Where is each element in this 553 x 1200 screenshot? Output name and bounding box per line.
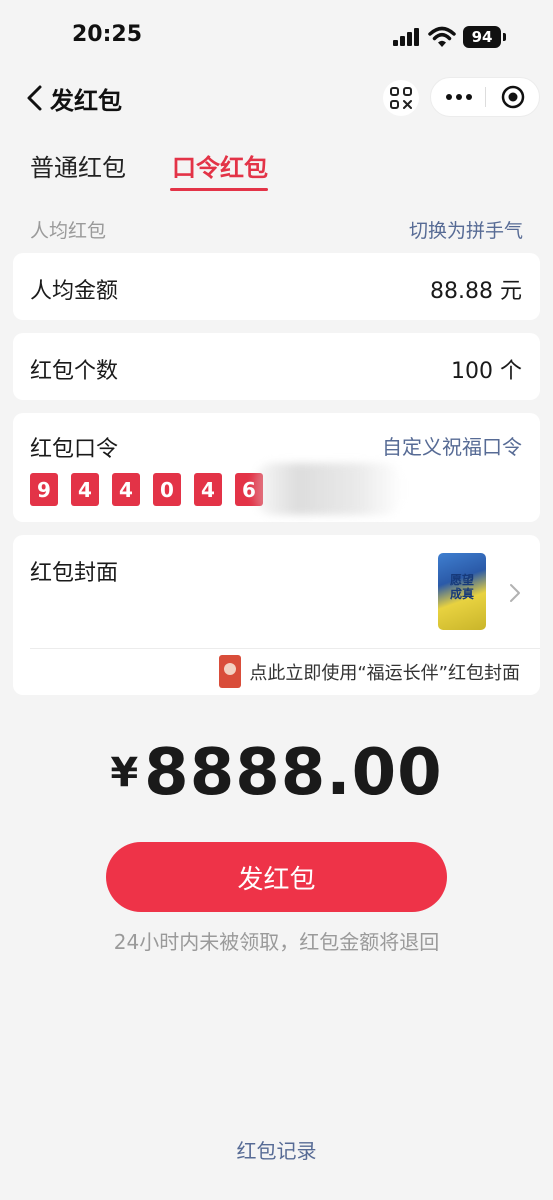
section-label: 人均红包 [30, 220, 107, 242]
cover-thumbnail-text: 愿望成真 [449, 573, 474, 601]
count-row[interactable]: 红包个数 100 个 [13, 333, 540, 400]
cover-divider [30, 648, 540, 649]
avg-amount-value[interactable]: 88.88 元 [430, 273, 522, 305]
command-digits[interactable]: 9 4 4 0 4 6 [30, 473, 276, 506]
currency-symbol: ¥ [110, 750, 139, 796]
close-icon [501, 85, 525, 109]
more-button[interactable] [431, 78, 486, 116]
battery-icon: 94 [463, 26, 501, 48]
records-link[interactable]: 红包记录 [0, 1135, 553, 1164]
cover-promo[interactable]: 点此立即使用“福运长伴”红包封面 [219, 655, 520, 688]
command-digit: 0 [153, 473, 181, 506]
qr-scan-icon [390, 87, 412, 109]
switch-to-lucky-link[interactable]: 切换为拼手气 [409, 216, 523, 243]
tab-command-red-packet[interactable]: 口令红包 [172, 148, 268, 183]
page-title: 发红包 [50, 87, 122, 115]
send-red-packet-button[interactable]: 发红包 [106, 842, 447, 912]
command-label: 红包口令 [30, 437, 119, 462]
total-amount: ¥8888.00 [0, 736, 553, 810]
command-card: 红包口令 自定义祝福口令 9 4 4 0 4 6 [13, 413, 540, 522]
back-icon[interactable] [24, 84, 48, 112]
active-tab-indicator [170, 188, 268, 191]
command-digit: 4 [112, 473, 140, 506]
chevron-right-icon [510, 584, 520, 602]
avg-amount-label: 人均金额 [30, 279, 119, 304]
custom-command-link[interactable]: 自定义祝福口令 [382, 431, 522, 460]
command-digit: 4 [194, 473, 222, 506]
status-time: 20:25 [72, 22, 143, 47]
close-button[interactable] [486, 78, 540, 116]
qr-scan-button[interactable] [383, 80, 419, 116]
avg-amount-row[interactable]: 人均金额 88.88 元 [13, 253, 540, 320]
count-label: 红包个数 [30, 359, 119, 384]
status-bar: 20:25 94 [0, 0, 553, 70]
signal-icon [393, 28, 419, 46]
tab-normal-red-packet[interactable]: 普通红包 [30, 148, 126, 183]
more-icon [445, 94, 472, 100]
promo-text: 点此立即使用“福运长伴”红包封面 [249, 662, 520, 684]
battery-level: 94 [471, 28, 493, 46]
refund-note: 24小时内未被领取，红包金额将退回 [113, 930, 440, 954]
promo-cover-icon [219, 655, 242, 688]
battery-tip [503, 33, 506, 41]
command-digit: 9 [30, 473, 58, 506]
count-value[interactable]: 100 个 [451, 353, 522, 385]
cover-card[interactable]: 红包封面 愿望成真 点此立即使用“福运长伴”红包封面 [13, 535, 540, 695]
redaction-blur [253, 463, 403, 515]
mini-program-capsule [430, 77, 540, 117]
total-amount-value: 8888.00 [144, 736, 443, 810]
cover-thumbnail[interactable]: 愿望成真 [438, 553, 486, 630]
command-digit: 4 [71, 473, 99, 506]
cover-label: 红包封面 [30, 561, 119, 586]
wifi-icon [428, 26, 456, 47]
